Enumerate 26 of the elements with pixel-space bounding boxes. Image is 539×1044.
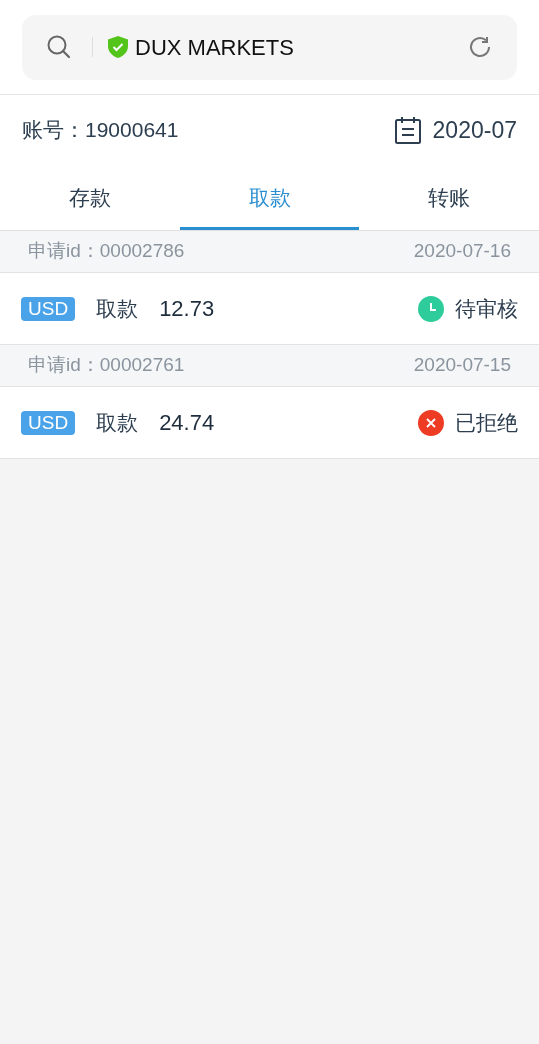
tab[interactable]: 转账 [359,165,539,230]
refresh-icon[interactable] [467,34,493,60]
site-name: DUX MARKETS [135,33,294,62]
record-type: 取款 [96,295,139,322]
request-id: 00002786 [99,239,185,264]
status-label: 待审核 [455,295,518,322]
record-amount: 12.73 [159,295,215,323]
id-label: 申请id： [28,239,100,264]
status-label: 已拒绝 [455,409,518,436]
currency-tag: USD [21,296,76,321]
record-row[interactable]: USD 取款 24.74 已拒绝 [0,387,539,459]
account-label: 账号： [22,117,85,144]
record-date: 2020-07-16 [413,239,511,264]
tab[interactable]: 存款 [0,165,180,230]
search-icon[interactable] [46,34,72,60]
request-id: 00002761 [99,353,185,378]
record-date: 2020-07-15 [413,353,511,378]
record-type: 取款 [96,409,139,436]
month-value[interactable]: 2020-07 [432,112,517,148]
calendar-icon[interactable] [394,116,421,144]
id-label: 申请id： [28,353,100,378]
account-number: 19000641 [85,117,179,144]
record-amount: 24.74 [159,409,215,437]
currency-tag: USD [21,410,76,435]
record-row[interactable]: USD 取款 12.73 待审核 [0,273,539,345]
shield-check-icon [107,35,129,59]
